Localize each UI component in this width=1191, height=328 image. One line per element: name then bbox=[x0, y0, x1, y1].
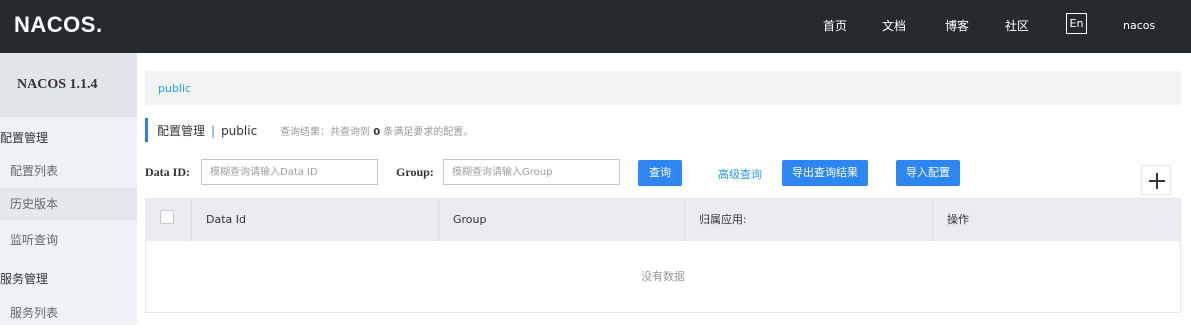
group-label: Group: bbox=[396, 165, 434, 179]
version-header: NACOS 1.1.4 bbox=[0, 53, 137, 117]
column-header-app[interactable]: 归属应用: bbox=[684, 199, 932, 241]
column-header-group[interactable]: Group bbox=[438, 199, 684, 241]
search-button[interactable]: 查询 bbox=[638, 160, 682, 186]
nav-community[interactable]: 社区 bbox=[1005, 17, 1029, 34]
nav-blog[interactable]: 博客 bbox=[945, 17, 969, 34]
username[interactable]: nacos bbox=[1123, 19, 1155, 32]
sidebar: NACOS 1.1.4 配置管理 配置列表 历史版本 监听查询 服务管理 服务列… bbox=[0, 53, 137, 325]
add-config-button[interactable] bbox=[1141, 165, 1171, 195]
column-header-data-id[interactable]: Data Id bbox=[191, 199, 438, 241]
top-navbar: NACOS. 首页 文档 博客 社区 En nacos bbox=[0, 0, 1191, 53]
sidebar-group-service[interactable]: 服务管理 bbox=[0, 270, 48, 287]
data-id-label: Data ID: bbox=[145, 165, 190, 179]
page-title: 配置管理 | public bbox=[157, 122, 257, 139]
nacos-logo[interactable]: NACOS. bbox=[14, 12, 103, 38]
namespace-link-public[interactable]: public bbox=[158, 82, 191, 95]
sidebar-item-config-list[interactable]: 配置列表 bbox=[0, 155, 137, 188]
sidebar-group-config[interactable]: 配置管理 bbox=[0, 129, 48, 146]
import-config-button[interactable]: 导入配置 bbox=[896, 160, 960, 186]
group-input[interactable] bbox=[443, 159, 620, 185]
export-results-button[interactable]: 导出查询结果 bbox=[782, 160, 868, 186]
config-table: Data Id Group 归属应用: 操作 没有数据 bbox=[145, 198, 1181, 313]
select-all-cell bbox=[146, 199, 191, 241]
page-title-text: 配置管理 bbox=[157, 124, 206, 138]
query-result-prefix: 查询结果：共查询到 bbox=[280, 127, 370, 138]
language-switch-button[interactable]: En bbox=[1066, 13, 1087, 34]
namespace-bar: public bbox=[145, 71, 1181, 105]
page-namespace: public bbox=[221, 124, 258, 138]
nav-home[interactable]: 首页 bbox=[823, 17, 847, 34]
query-result-count: 0 bbox=[373, 127, 381, 138]
version-label: NACOS 1.1.4 bbox=[17, 77, 98, 92]
sidebar-item-service-list[interactable]: 服务列表 bbox=[0, 298, 137, 328]
query-result-text: 查询结果：共查询到 0 条满足要求的配置。 bbox=[280, 123, 473, 138]
table-empty-message: 没有数据 bbox=[641, 270, 685, 283]
select-all-checkbox[interactable] bbox=[160, 210, 174, 224]
query-result-suffix: 条满足要求的配置。 bbox=[383, 127, 474, 138]
page-title-row: 配置管理 | public 查询结果：共查询到 0 条满足要求的配置。 bbox=[145, 118, 473, 142]
advanced-query-link[interactable]: 高级查询 bbox=[718, 166, 762, 182]
column-header-actions: 操作 bbox=[932, 199, 1180, 241]
data-id-input[interactable] bbox=[201, 159, 378, 185]
title-separator: | bbox=[211, 124, 216, 138]
nav-docs[interactable]: 文档 bbox=[882, 17, 906, 34]
sidebar-item-listener-query[interactable]: 监听查询 bbox=[0, 224, 137, 257]
sidebar-item-history[interactable]: 历史版本 bbox=[0, 188, 137, 220]
table-header: Data Id Group 归属应用: 操作 bbox=[146, 199, 1180, 241]
